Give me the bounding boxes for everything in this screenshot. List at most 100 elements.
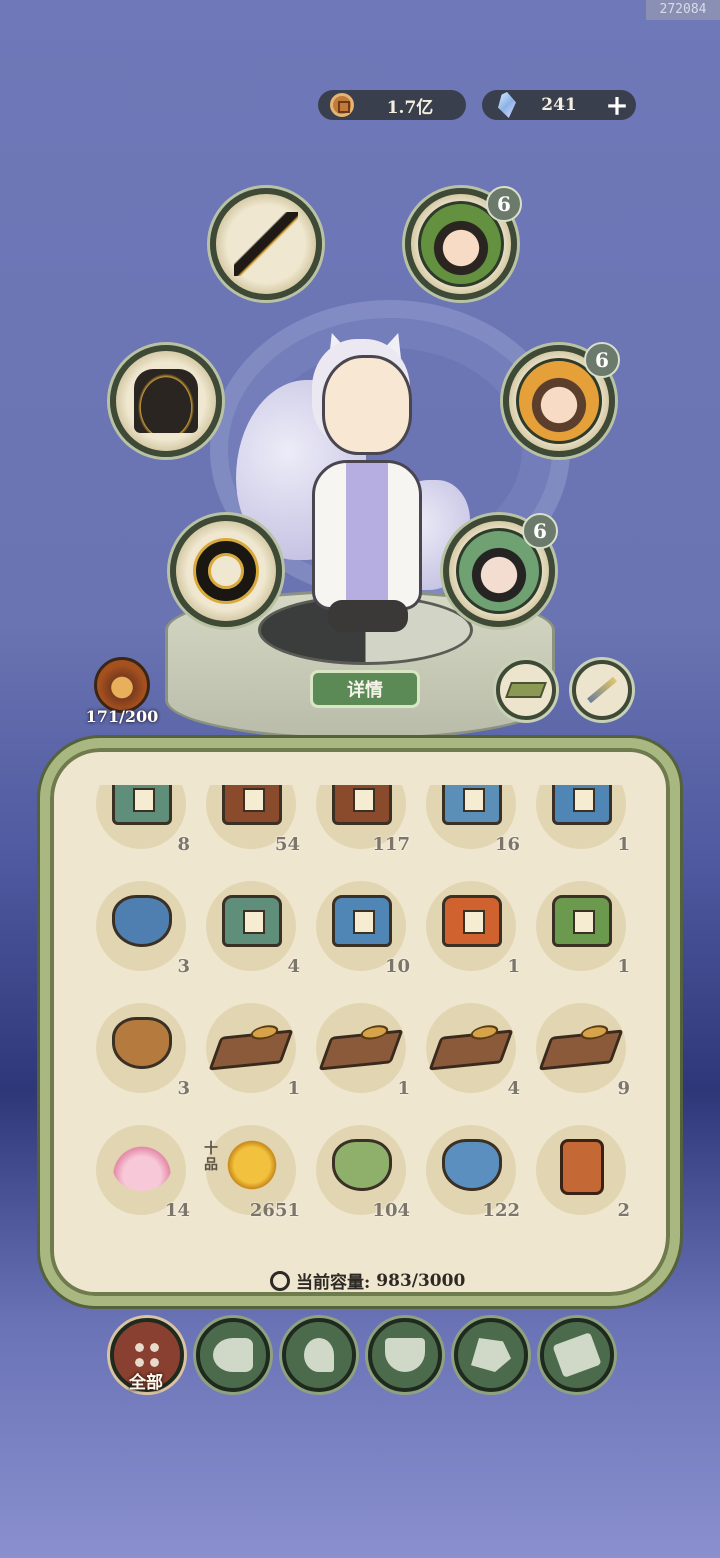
character-head[interactable]: [322, 355, 412, 455]
inventory-item-spoon-tray[interactable]: 4: [422, 999, 522, 1099]
blue-chest-icon: [552, 785, 612, 825]
tab-herb[interactable]: [282, 1318, 356, 1392]
inventory-item-green-chest[interactable]: 4: [202, 877, 302, 977]
item-count: 9: [617, 1078, 630, 1099]
inventory-item-spoon-tray[interactable]: 1: [312, 999, 412, 1099]
level-progress: 171/200: [85, 707, 159, 726]
crystal-gem-icon: [498, 92, 516, 118]
item-count: 16: [494, 834, 520, 855]
inventory-item-green-bag[interactable]: 104: [312, 1121, 412, 1221]
item-count: 104: [372, 1200, 410, 1221]
item-count: 1: [397, 1078, 410, 1099]
inventory-item-lotus[interactable]: 14: [92, 1121, 192, 1221]
hero-token-icon: [560, 1139, 604, 1195]
brown-chest-icon: [222, 785, 282, 825]
companion-level-badge-1: 6: [486, 186, 522, 222]
inventory-item-green-chest-ornate[interactable]: 1: [532, 877, 632, 977]
build-id-watermark: 272084: [646, 0, 720, 20]
item-count: 1: [617, 956, 630, 977]
feather-fan-icon: [587, 676, 617, 704]
character-feet: [328, 600, 408, 632]
item-count: 2651: [249, 1200, 300, 1221]
item-count: 2: [617, 1200, 630, 1221]
item-count: 4: [507, 1078, 520, 1099]
golden-grape-icon: [222, 1139, 282, 1191]
copper-coin-icon: [330, 93, 354, 117]
companion-level-badge-3: 6: [522, 513, 558, 549]
coin-amount: 1.7亿: [386, 97, 434, 118]
coin-balance: 1.7亿: [318, 90, 466, 120]
item-count: 3: [177, 956, 190, 977]
dark-ring-icon: [196, 541, 256, 601]
item-count: 54: [274, 834, 300, 855]
item-count: 117: [372, 834, 410, 855]
herb-icon: [304, 1338, 334, 1372]
details-button[interactable]: 详情: [310, 670, 420, 708]
tab-ore[interactable]: [454, 1318, 528, 1392]
inventory-item-hero-token[interactable]: 2: [532, 1121, 632, 1221]
inventory-item-blue-backpack[interactable]: 3: [92, 877, 192, 977]
scroll-icon: [552, 1332, 602, 1378]
inventory-item-blue-chest-scroll[interactable]: 16: [422, 785, 522, 855]
capacity-value: 983/3000: [376, 1270, 466, 1291]
tray-slot[interactable]: [496, 660, 556, 720]
blue-chest-icon: [332, 895, 392, 947]
item-count: 1: [507, 956, 520, 977]
character-body[interactable]: [312, 460, 422, 610]
item-count: 4: [287, 956, 300, 977]
inventory-item-blue-chest[interactable]: 1: [532, 785, 632, 855]
tray-icon: [505, 682, 547, 698]
item-count: 122: [482, 1200, 520, 1221]
item-count: 8: [177, 834, 190, 855]
item-count: 1: [617, 834, 630, 855]
inventory-item-brown-chest[interactable]: 117: [312, 785, 412, 855]
dagger-icon: [234, 212, 298, 276]
inventory-item-green-chest[interactable]: 8: [92, 785, 192, 855]
bag-capacity-icon: [270, 1270, 290, 1291]
brown-bag-icon: [112, 1017, 172, 1069]
level-avatar-icon[interactable]: [94, 657, 150, 713]
tab-scroll[interactable]: [540, 1318, 614, 1392]
item-count: 3: [177, 1078, 190, 1099]
quality-tag: 十品: [204, 1141, 218, 1173]
inventory-capacity: 当前容量: 983/3000: [270, 1268, 465, 1293]
item-count: 14: [164, 1200, 190, 1221]
inventory-grid: 8 54 117 16 1 3 4 10 1 1 3 1 1 4 9 14 2651 104 122 2: [92, 785, 632, 1240]
item-count: 1: [287, 1078, 300, 1099]
log-icon: [213, 1338, 253, 1372]
lotus-icon: [112, 1139, 172, 1191]
fan-slot[interactable]: [572, 660, 632, 720]
gem-balance: 241 +: [482, 89, 636, 122]
blue-bag-icon: [442, 1139, 502, 1191]
green-chest-ornate-icon: [552, 895, 612, 947]
green-chest-icon: [112, 785, 172, 825]
green-bag-icon: [332, 1139, 392, 1191]
tab-food[interactable]: [368, 1318, 442, 1392]
inventory-item-blue-chest[interactable]: 10: [312, 877, 412, 977]
item-count: 10: [384, 956, 410, 977]
orange-chest-icon: [442, 895, 502, 947]
tab-all-label: 全部: [129, 1373, 163, 1393]
inventory-item-brown-bag[interactable]: 3: [92, 999, 192, 1099]
four-dots-icon: [132, 1340, 162, 1370]
weapon-slot[interactable]: [210, 188, 322, 300]
inventory-item-spoon-tray[interactable]: 9: [532, 999, 632, 1099]
inventory-item-spoon-tray[interactable]: 1: [202, 999, 302, 1099]
gem-amount: 241: [541, 95, 577, 115]
ore-icon: [471, 1338, 511, 1372]
armor-slot[interactable]: [110, 345, 222, 457]
rice-bowl-icon: [385, 1338, 425, 1372]
inventory-item-orange-chest[interactable]: 1: [422, 877, 522, 977]
companion-level-badge-2: 6: [584, 342, 620, 378]
add-gems-button[interactable]: +: [602, 89, 632, 122]
blue-backpack-icon: [112, 895, 172, 947]
brown-chest-icon: [332, 785, 392, 825]
inventory-item-brown-chest[interactable]: 54: [202, 785, 302, 855]
accessory-slot[interactable]: [170, 515, 282, 627]
capacity-label: 当前容量:: [296, 1273, 371, 1293]
blue-chest-scroll-icon: [442, 785, 502, 825]
tab-wood[interactable]: [196, 1318, 270, 1392]
black-robe-icon: [134, 369, 198, 433]
green-chest-icon: [222, 895, 282, 947]
inventory-item-blue-bag[interactable]: 122: [422, 1121, 522, 1221]
